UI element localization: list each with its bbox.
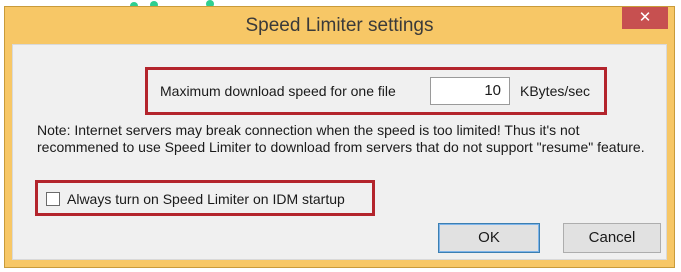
close-icon: ✕ xyxy=(638,9,652,26)
speed-limiter-dialog: Speed Limiter settings ✕ Maximum downloa… xyxy=(4,6,675,268)
startup-checkbox[interactable] xyxy=(46,192,60,206)
ok-button[interactable]: OK xyxy=(438,223,540,253)
startup-highlight-box: Always turn on Speed Limiter on IDM star… xyxy=(35,180,375,216)
speed-highlight-box: Maximum download speed for one file 10 K… xyxy=(145,67,607,115)
startup-checkbox-label[interactable]: Always turn on Speed Limiter on IDM star… xyxy=(67,191,345,207)
title-bar[interactable]: Speed Limiter settings ✕ xyxy=(5,7,674,45)
close-button[interactable]: ✕ xyxy=(622,7,668,29)
max-speed-input[interactable]: 10 xyxy=(430,77,510,105)
max-speed-label: Maximum download speed for one file xyxy=(160,83,396,99)
note-text: Note: Internet servers may break connect… xyxy=(37,122,645,155)
dialog-body: Maximum download speed for one file 10 K… xyxy=(12,44,667,260)
speed-unit-label: KBytes/sec xyxy=(520,83,591,99)
dialog-title: Speed Limiter settings xyxy=(245,15,434,36)
cancel-button[interactable]: Cancel xyxy=(563,223,661,253)
